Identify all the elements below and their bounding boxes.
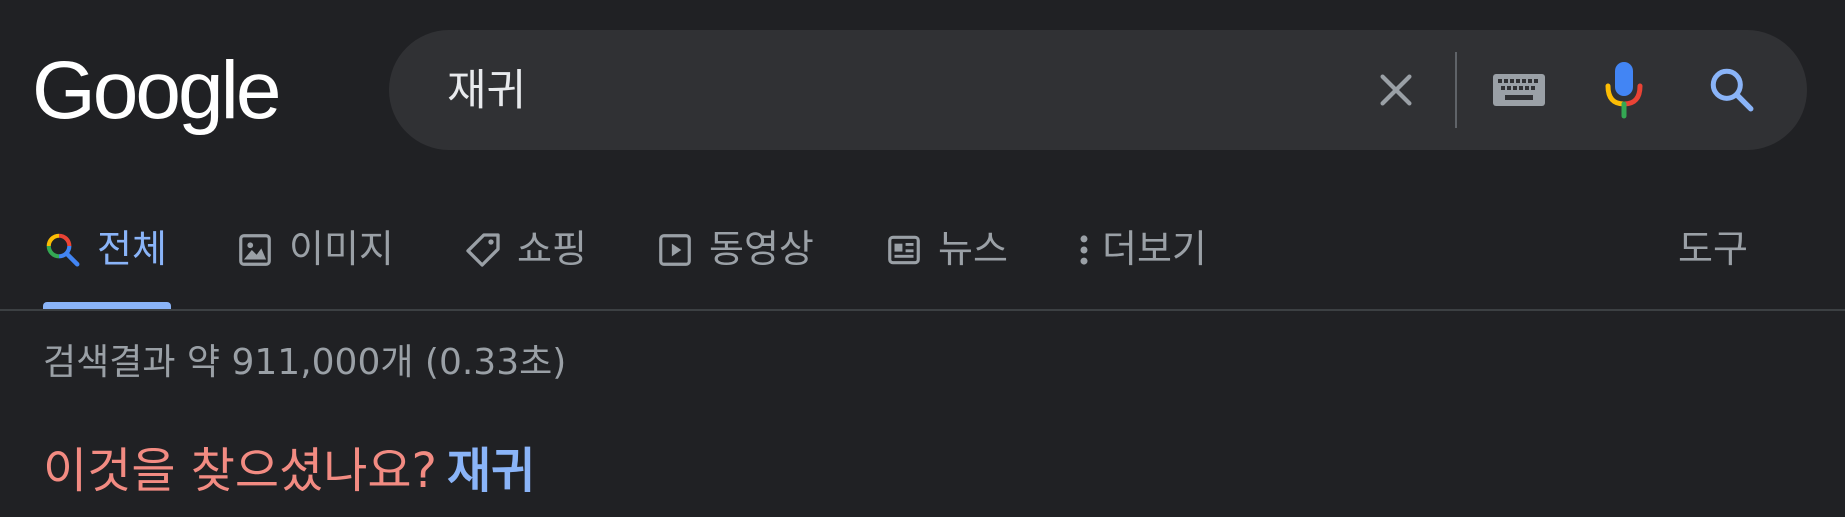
- search-input[interactable]: 재귀: [447, 66, 526, 116]
- search-icon: [43, 230, 83, 270]
- tab-label: 더보기: [1102, 227, 1207, 271]
- did-you-mean: 이것을 찾으셨나요? 재귀: [43, 441, 535, 501]
- tab-news[interactable]: 뉴스: [884, 218, 1008, 310]
- clear-button[interactable]: [1368, 62, 1424, 118]
- tab-label: 쇼핑: [517, 227, 587, 271]
- search-button[interactable]: [1702, 60, 1762, 120]
- keyboard-icon: [1493, 74, 1545, 106]
- tab-label: 동영상: [709, 227, 814, 271]
- search-results-page: Google 재귀 전체 이미지 쇼핑 동영상 뉴스 더보기 도구 검색결과 약…: [0, 0, 1845, 517]
- voice-search-button[interactable]: [1599, 58, 1649, 122]
- search-tabs: 전체 이미지 쇼핑 동영상 뉴스 더보기 도구: [0, 218, 1845, 310]
- tabs-divider: [0, 309, 1845, 311]
- tools-label: 도구: [1678, 227, 1748, 271]
- news-icon: [884, 230, 924, 270]
- play-icon: [655, 230, 695, 270]
- tab-shopping[interactable]: 쇼핑: [463, 218, 587, 310]
- tab-videos[interactable]: 동영상: [655, 218, 814, 310]
- tools-button[interactable]: 도구: [1678, 218, 1748, 310]
- search-box-divider: [1455, 52, 1457, 128]
- search-box[interactable]: 재귀: [389, 30, 1807, 150]
- tab-label: 이미지: [289, 227, 394, 271]
- did-you-mean-prompt: 이것을 찾으셨나요?: [43, 443, 438, 499]
- tab-label: 전체: [97, 227, 167, 271]
- tab-images[interactable]: 이미지: [235, 218, 394, 310]
- did-you-mean-suggestion-link[interactable]: 재귀: [447, 443, 535, 499]
- tag-icon: [463, 230, 503, 270]
- result-stats: 검색결과 약 911,000개 (0.33초): [43, 342, 567, 383]
- close-icon: [1380, 74, 1412, 106]
- tab-more[interactable]: 더보기: [1070, 218, 1207, 310]
- tab-label: 뉴스: [938, 227, 1008, 271]
- google-logo[interactable]: Google: [32, 50, 281, 132]
- keyboard-button[interactable]: [1491, 66, 1547, 114]
- more-vert-icon: [1070, 230, 1098, 270]
- tab-all[interactable]: 전체: [43, 218, 167, 310]
- image-icon: [235, 230, 275, 270]
- search-icon: [1710, 68, 1754, 112]
- microphone-icon: [1605, 62, 1643, 119]
